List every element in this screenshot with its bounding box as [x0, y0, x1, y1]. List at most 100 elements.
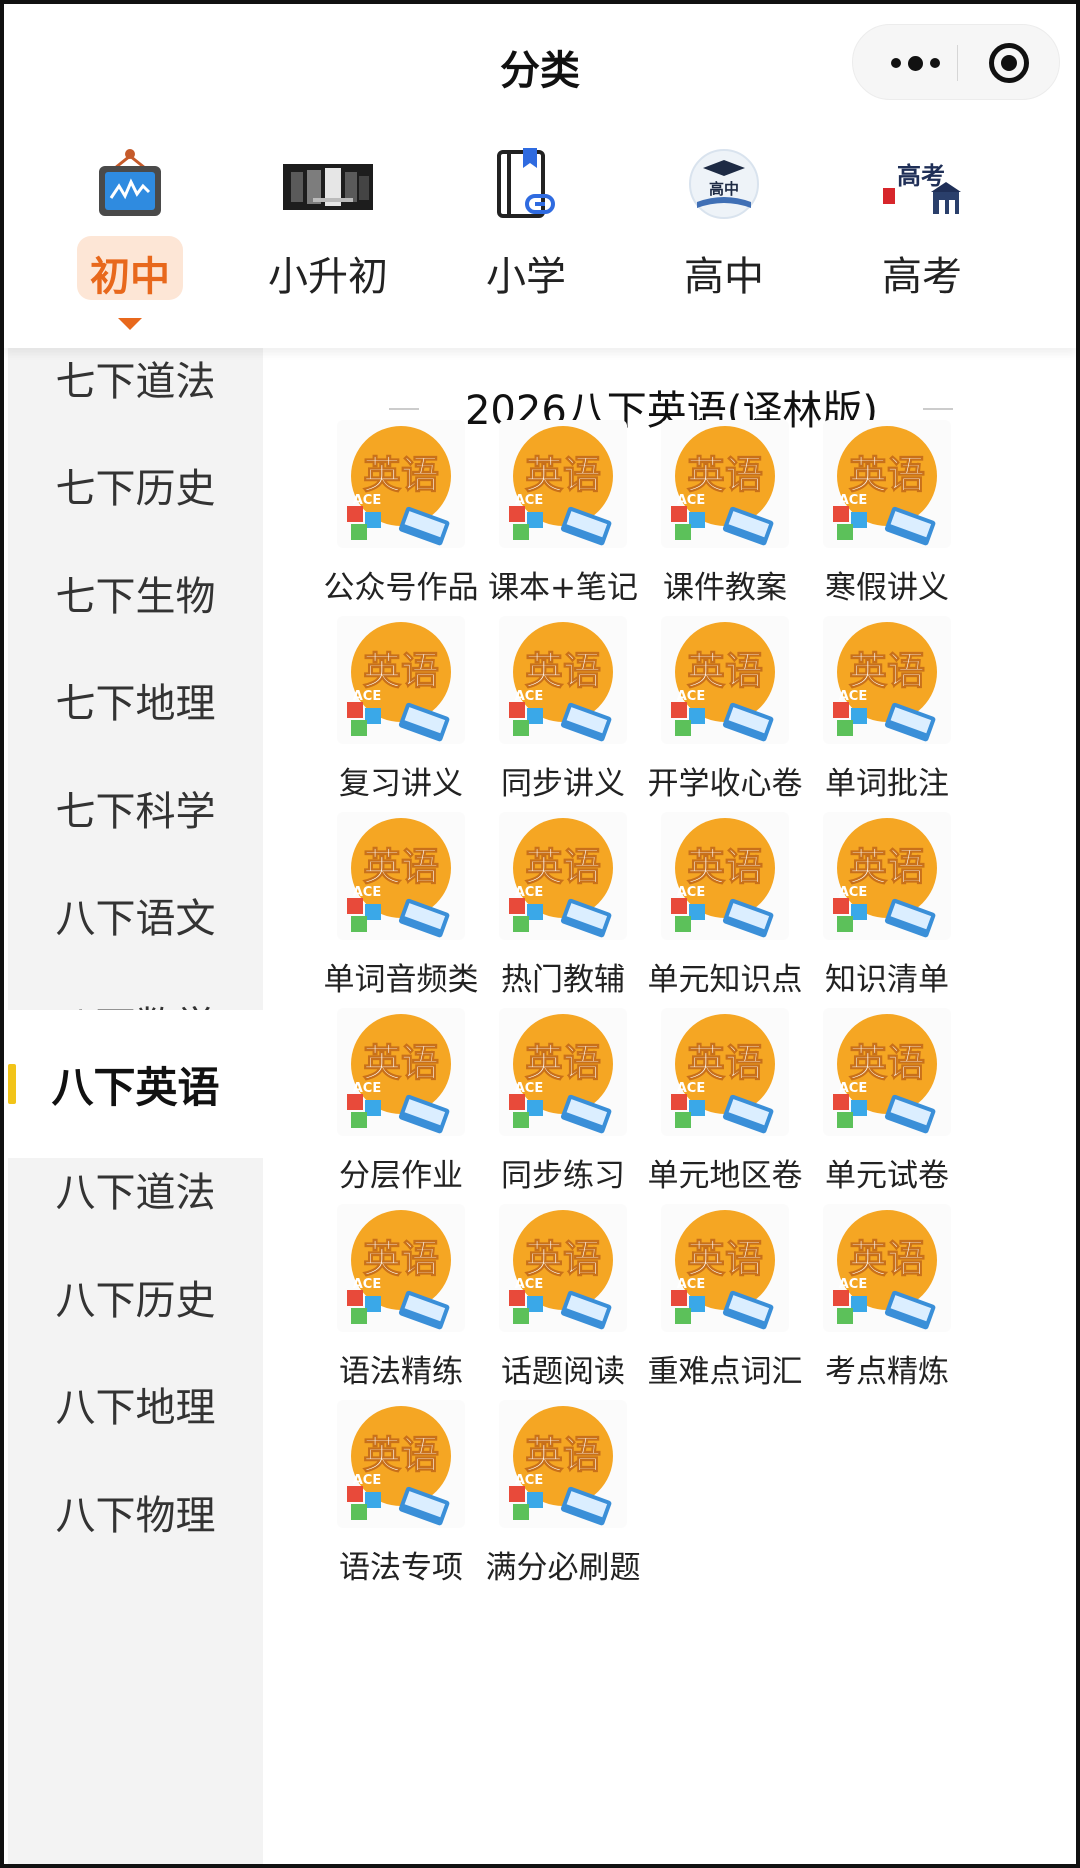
thumb-text: 英语: [687, 845, 763, 889]
thumb-letters: ACE: [353, 493, 381, 508]
thumb-text: 英语: [849, 1041, 925, 1085]
resource-item[interactable]: 英语 ACE 单词批注: [790, 616, 984, 816]
tab-senior-high[interactable]: 高中 高中: [624, 122, 824, 348]
english-book-icon: 英语ACE: [661, 616, 789, 744]
thumb-letters: ACE: [353, 1081, 381, 1096]
thumb-text: 英语: [849, 649, 925, 693]
tab-gaokao[interactable]: 高考 高考: [822, 122, 1022, 348]
tab-label: 初中: [90, 254, 170, 300]
english-book-icon: 英语ACE: [499, 420, 627, 548]
graduation-icon-text: 高中: [709, 180, 739, 198]
title-divider-right: [923, 408, 953, 410]
active-indicator: [8, 1064, 16, 1104]
app-frame: 分类 初中 小升初 小学 高中 高中 高考 高考 七下道法 七下历史 七下生物 …: [0, 0, 1080, 1868]
grade-tabs: 初中 小升初 小学 高中 高中 高考 高考: [4, 122, 1076, 348]
book-link-icon: [497, 148, 555, 218]
resource-item[interactable]: 英语 ACE 寒假讲义: [790, 420, 984, 620]
resource-item-label: 考点精炼: [825, 1354, 949, 1390]
thumb-letters: ACE: [515, 493, 543, 508]
english-book-icon: 英语ACE: [337, 616, 465, 744]
english-book-icon: 英语ACE: [499, 1400, 627, 1528]
thumb-letters: ACE: [515, 1277, 543, 1292]
thumb-text: 英语: [525, 1433, 601, 1477]
thumb-text: 英语: [687, 453, 763, 497]
english-book-icon: 英语ACE: [499, 1204, 627, 1332]
english-book-icon: 英语ACE: [337, 1204, 465, 1332]
resource-item[interactable]: 英语 ACE 知识清单: [790, 812, 984, 1012]
tab-label: 小学: [486, 254, 566, 300]
sidebar-item[interactable]: 八下物理: [8, 1448, 263, 1576]
graduation-book-icon: 高中: [689, 149, 759, 219]
thumb-text: 英语: [363, 649, 439, 693]
nav-header: 分类: [4, 4, 1076, 122]
english-book-icon: 英语ACE: [823, 616, 951, 744]
thumb-text: 英语: [525, 453, 601, 497]
tab-label: 高考: [882, 254, 962, 300]
english-book-icon: 英语ACE: [661, 812, 789, 940]
thumb-text: 英语: [363, 1433, 439, 1477]
english-book-icon: 英语ACE: [337, 1400, 465, 1528]
thumb-letters: ACE: [515, 885, 543, 900]
thumb-text: 英语: [525, 1041, 601, 1085]
english-book-icon: 英语ACE: [499, 1008, 627, 1136]
subject-sidebar[interactable]: 七下道法 七下历史 七下生物 七下地理 七下科学 八下语文 八下数学 八下英语 …: [8, 348, 263, 1864]
thumb-letters: ACE: [677, 493, 705, 508]
thumb-text: 英语: [363, 1237, 439, 1281]
thumb-text: 英语: [525, 1237, 601, 1281]
resource-item[interactable]: 英语 ACE 考点精炼: [790, 1204, 984, 1404]
thumb-letters: ACE: [353, 689, 381, 704]
english-book-icon: 英语ACE: [823, 420, 951, 548]
thumb-text: 英语: [363, 453, 439, 497]
capsule-divider: [957, 45, 958, 81]
tab-junior-high[interactable]: 初中: [30, 122, 230, 348]
thumb-letters: ACE: [839, 1081, 867, 1096]
thumb-text: 英语: [687, 1237, 763, 1281]
english-book-icon: 英语ACE: [823, 1008, 951, 1136]
resource-item-label: 寒假讲义: [825, 570, 949, 606]
english-book-icon: 英语ACE: [661, 420, 789, 548]
resource-panel: 2026八下英语(译林版) 英语 ACE 公众号作品 英语 ACE 课本+笔记 英语 ACE 课…: [263, 348, 1076, 1864]
thumb-letters: ACE: [677, 1081, 705, 1096]
thumb-letters: ACE: [839, 689, 867, 704]
english-book-icon: 英语ACE: [499, 616, 627, 744]
resource-item-label: 单元试卷: [825, 1158, 949, 1194]
english-book-icon: 英语ACE: [337, 1008, 465, 1136]
gaokao-gate-icon: 高考: [883, 161, 961, 214]
thumb-letters: ACE: [677, 885, 705, 900]
sidebar-item-label: 八下英语: [51, 1062, 220, 1112]
resource-item[interactable]: 英语 ACE 单元试卷: [790, 1008, 984, 1208]
english-book-icon: 英语ACE: [823, 812, 951, 940]
tab-label: 高中: [684, 254, 764, 300]
thumb-text: 英语: [525, 649, 601, 693]
thumb-text: 英语: [849, 845, 925, 889]
thumb-letters: ACE: [353, 1277, 381, 1292]
more-options-icon[interactable]: [873, 25, 957, 101]
thumb-letters: ACE: [353, 1473, 381, 1488]
thumb-letters: ACE: [515, 1473, 543, 1488]
tab-primary[interactable]: 小学: [426, 122, 626, 348]
tab-label: 小升初: [268, 254, 388, 300]
english-book-icon: 英语ACE: [661, 1204, 789, 1332]
english-book-icon: 英语ACE: [499, 812, 627, 940]
close-target-icon[interactable]: [989, 43, 1029, 83]
thumb-text: 英语: [687, 649, 763, 693]
english-book-icon: 英语ACE: [337, 812, 465, 940]
caret-down-icon: [118, 318, 142, 330]
resource-item-label: 单词批注: [825, 766, 949, 802]
resource-item-label: 满分必刷题: [485, 1550, 641, 1586]
thumb-letters: ACE: [839, 885, 867, 900]
tv-screen-icon: [99, 149, 161, 216]
thumb-text: 英语: [363, 845, 439, 889]
english-book-icon: 英语ACE: [661, 1008, 789, 1136]
promo-banner-icon: [283, 164, 373, 210]
resource-item[interactable]: 英语 ACE 满分必刷题: [466, 1400, 660, 1600]
thumb-letters: ACE: [677, 689, 705, 704]
thumb-letters: ACE: [515, 689, 543, 704]
tab-primary-to-junior[interactable]: 小升初: [228, 122, 428, 348]
gaokao-icon-text: 高考: [897, 161, 945, 190]
thumb-letters: ACE: [353, 885, 381, 900]
mini-program-capsule: [852, 24, 1060, 100]
thumb-text: 英语: [363, 1041, 439, 1085]
resource-item-label: 知识清单: [825, 962, 949, 998]
thumb-text: 英语: [687, 1041, 763, 1085]
